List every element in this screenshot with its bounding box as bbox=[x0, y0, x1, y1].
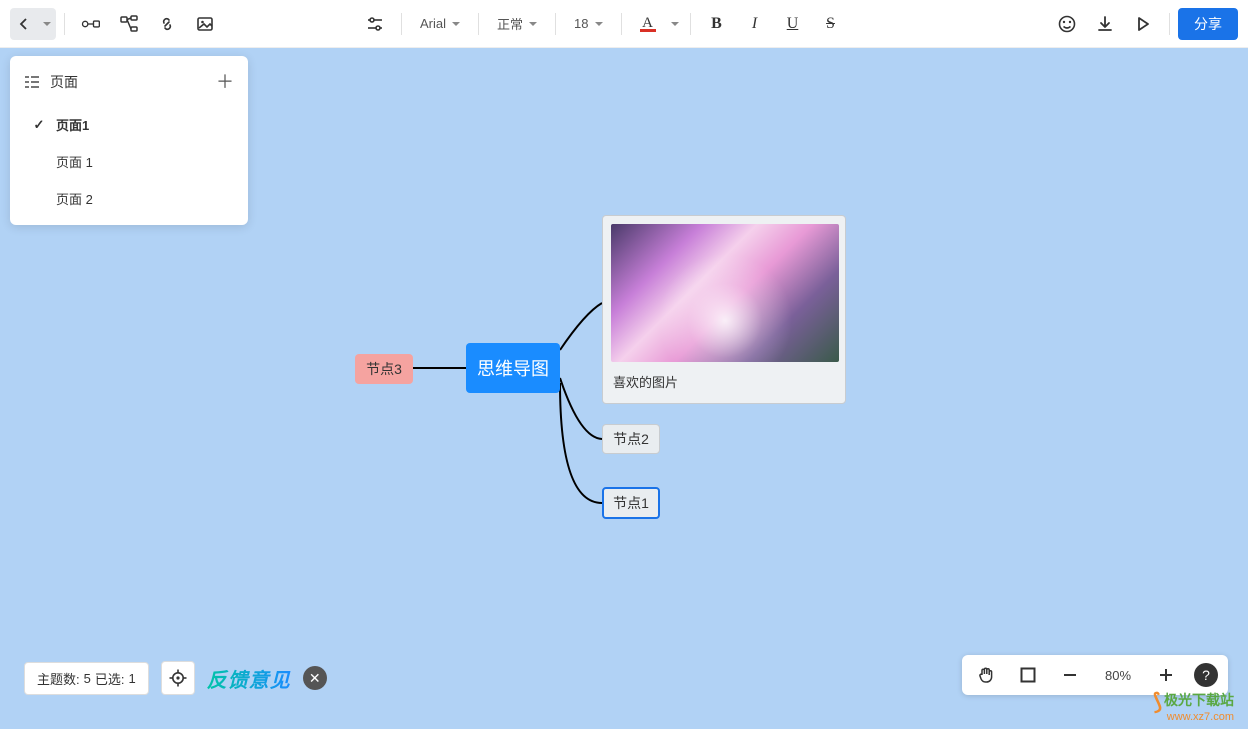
pages-panel-header: 页面 ＋ bbox=[10, 64, 248, 102]
page-item[interactable]: 页面 2 bbox=[10, 180, 248, 217]
pages-panel: 页面 ＋ ✓ 页面1 页面 1 页面 2 bbox=[10, 56, 248, 225]
selected-label: 已选: bbox=[95, 669, 125, 688]
node-2[interactable]: 节点2 bbox=[602, 424, 660, 454]
page-item-label: 页面 1 bbox=[56, 152, 93, 171]
feedback-label[interactable]: 反馈意见 bbox=[207, 664, 291, 693]
selected-count: 1 bbox=[128, 671, 135, 686]
node-link-icon[interactable] bbox=[73, 6, 109, 42]
link-icon[interactable] bbox=[149, 6, 185, 42]
image-icon[interactable] bbox=[187, 6, 223, 42]
topics-label: 主题数: bbox=[37, 669, 80, 688]
zoom-out-button[interactable] bbox=[1056, 661, 1084, 689]
node-3[interactable]: 节点3 bbox=[355, 354, 413, 384]
node-1-selected[interactable]: 节点1 bbox=[602, 487, 660, 519]
add-page-button[interactable]: ＋ bbox=[216, 73, 234, 91]
separator bbox=[64, 13, 65, 35]
settings-icon[interactable] bbox=[357, 6, 393, 42]
pages-panel-title: 页面 bbox=[50, 72, 206, 92]
page-item[interactable]: 页面 1 bbox=[10, 143, 248, 180]
caret-icon bbox=[595, 22, 603, 26]
help-button[interactable]: ? bbox=[1194, 663, 1218, 687]
image-node[interactable]: 喜欢的图片 bbox=[602, 215, 846, 404]
fit-screen-icon[interactable] bbox=[1014, 661, 1042, 689]
main-toolbar: Arial 正常 18 A B I U S 分享 bbox=[0, 0, 1248, 48]
separator bbox=[1169, 13, 1170, 35]
separator bbox=[555, 13, 556, 35]
font-family-label: Arial bbox=[420, 16, 446, 31]
list-icon bbox=[24, 75, 40, 89]
download-icon[interactable] bbox=[1087, 6, 1123, 42]
separator bbox=[478, 13, 479, 35]
play-icon[interactable] bbox=[1125, 6, 1161, 42]
back-button-group bbox=[10, 8, 56, 40]
topics-count: 5 bbox=[84, 671, 91, 686]
back-button[interactable] bbox=[10, 8, 38, 40]
back-dropdown[interactable] bbox=[38, 8, 56, 40]
zoom-bar: 80% ? bbox=[962, 655, 1228, 695]
zoom-level: 80% bbox=[1098, 668, 1138, 683]
status-pill: 主题数: 5 已选: 1 bbox=[24, 662, 149, 695]
image-caption: 喜欢的图片 bbox=[611, 370, 837, 395]
font-color-button[interactable]: A bbox=[630, 6, 666, 42]
pan-hand-icon[interactable] bbox=[972, 661, 1000, 689]
feedback-close-icon[interactable]: ✕ bbox=[303, 666, 327, 690]
italic-button[interactable]: I bbox=[737, 6, 773, 42]
font-size-label: 18 bbox=[574, 16, 588, 31]
theme-icon[interactable] bbox=[1049, 6, 1085, 42]
font-family-dropdown[interactable]: Arial bbox=[410, 6, 470, 42]
check-icon: ✓ bbox=[32, 117, 46, 133]
structure-icon[interactable] bbox=[111, 6, 147, 42]
separator bbox=[621, 13, 622, 35]
underline-button[interactable]: U bbox=[775, 6, 811, 42]
zoom-in-button[interactable] bbox=[1152, 661, 1180, 689]
text-style-label: 正常 bbox=[497, 14, 523, 33]
bold-button[interactable]: B bbox=[699, 6, 735, 42]
font-size-dropdown[interactable]: 18 bbox=[564, 6, 612, 42]
separator bbox=[401, 13, 402, 35]
status-bar-left: 主题数: 5 已选: 1 反馈意见 ✕ bbox=[24, 661, 327, 695]
separator bbox=[690, 13, 691, 35]
page-item-label: 页面 2 bbox=[56, 189, 93, 208]
locate-button[interactable] bbox=[161, 661, 195, 695]
caret-icon bbox=[452, 22, 460, 26]
page-item-active[interactable]: ✓ 页面1 bbox=[10, 106, 248, 143]
text-style-dropdown[interactable]: 正常 bbox=[487, 6, 547, 42]
central-node[interactable]: 思维导图 bbox=[466, 343, 560, 393]
image-thumbnail bbox=[611, 224, 839, 362]
pages-list: ✓ 页面1 页面 1 页面 2 bbox=[10, 102, 248, 217]
font-color-dropdown[interactable] bbox=[668, 6, 682, 42]
strikethrough-button[interactable]: S bbox=[813, 6, 849, 42]
page-item-label: 页面1 bbox=[56, 115, 89, 134]
share-button[interactable]: 分享 bbox=[1178, 8, 1238, 40]
caret-icon bbox=[529, 22, 537, 26]
